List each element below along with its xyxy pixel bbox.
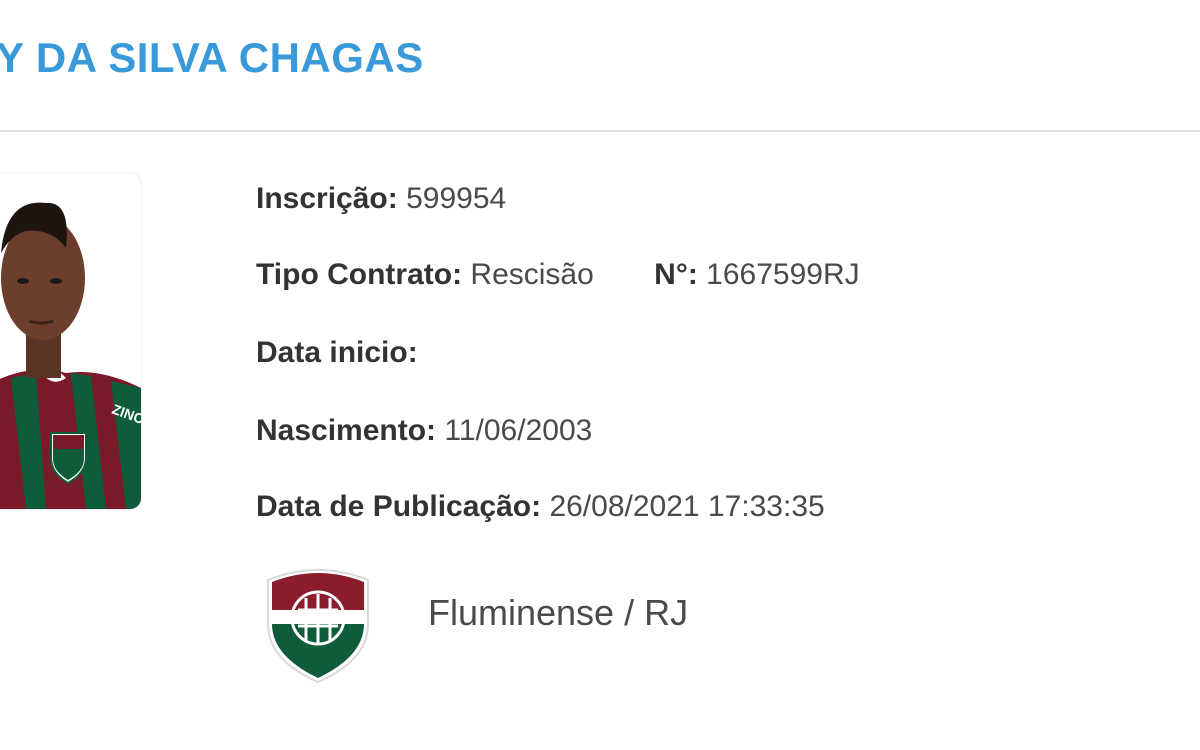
tipo-contrato-row: Tipo Contrato: Rescisão N°: 1667599RJ (256, 258, 860, 292)
data-inicio-row: Data inicio: (256, 336, 418, 370)
numero-label: N°: (654, 258, 698, 291)
publicacao-label: Data de Publicação: (256, 490, 542, 523)
inscricao-value: 599954 (406, 182, 507, 215)
player-name-heading: Y DA SILVA CHAGAS (0, 34, 424, 81)
numero-group: N°: 1667599RJ (654, 258, 859, 291)
nascimento-label: Nascimento: (256, 414, 437, 447)
player-photo-image: ZINC (0, 173, 141, 509)
publicacao-value: 26/08/2021 17:33:35 (549, 490, 825, 523)
header-divider (0, 130, 1200, 132)
fluminense-crest-icon (262, 560, 374, 684)
numero-value: 1667599RJ (706, 258, 860, 291)
nascimento-value: 11/06/2003 (444, 414, 593, 447)
inscricao-label: Inscrição: (256, 182, 398, 215)
publicacao-row: Data de Publicação: 26/08/2021 17:33:35 (256, 490, 825, 524)
nascimento-row: Nascimento: 11/06/2003 (256, 414, 592, 448)
tipo-contrato-value: Rescisão (470, 258, 594, 291)
player-photo: ZINC (0, 172, 142, 510)
inscricao-row: Inscrição: 599954 (256, 182, 506, 216)
player-registration-page: Y DA SILVA CHAGAS ZINC Inscrição: 599954… (0, 0, 1200, 750)
tipo-contrato-label: Tipo Contrato: (256, 258, 463, 291)
data-inicio-label: Data inicio: (256, 336, 418, 369)
club-name: Fluminense / RJ (428, 592, 689, 633)
